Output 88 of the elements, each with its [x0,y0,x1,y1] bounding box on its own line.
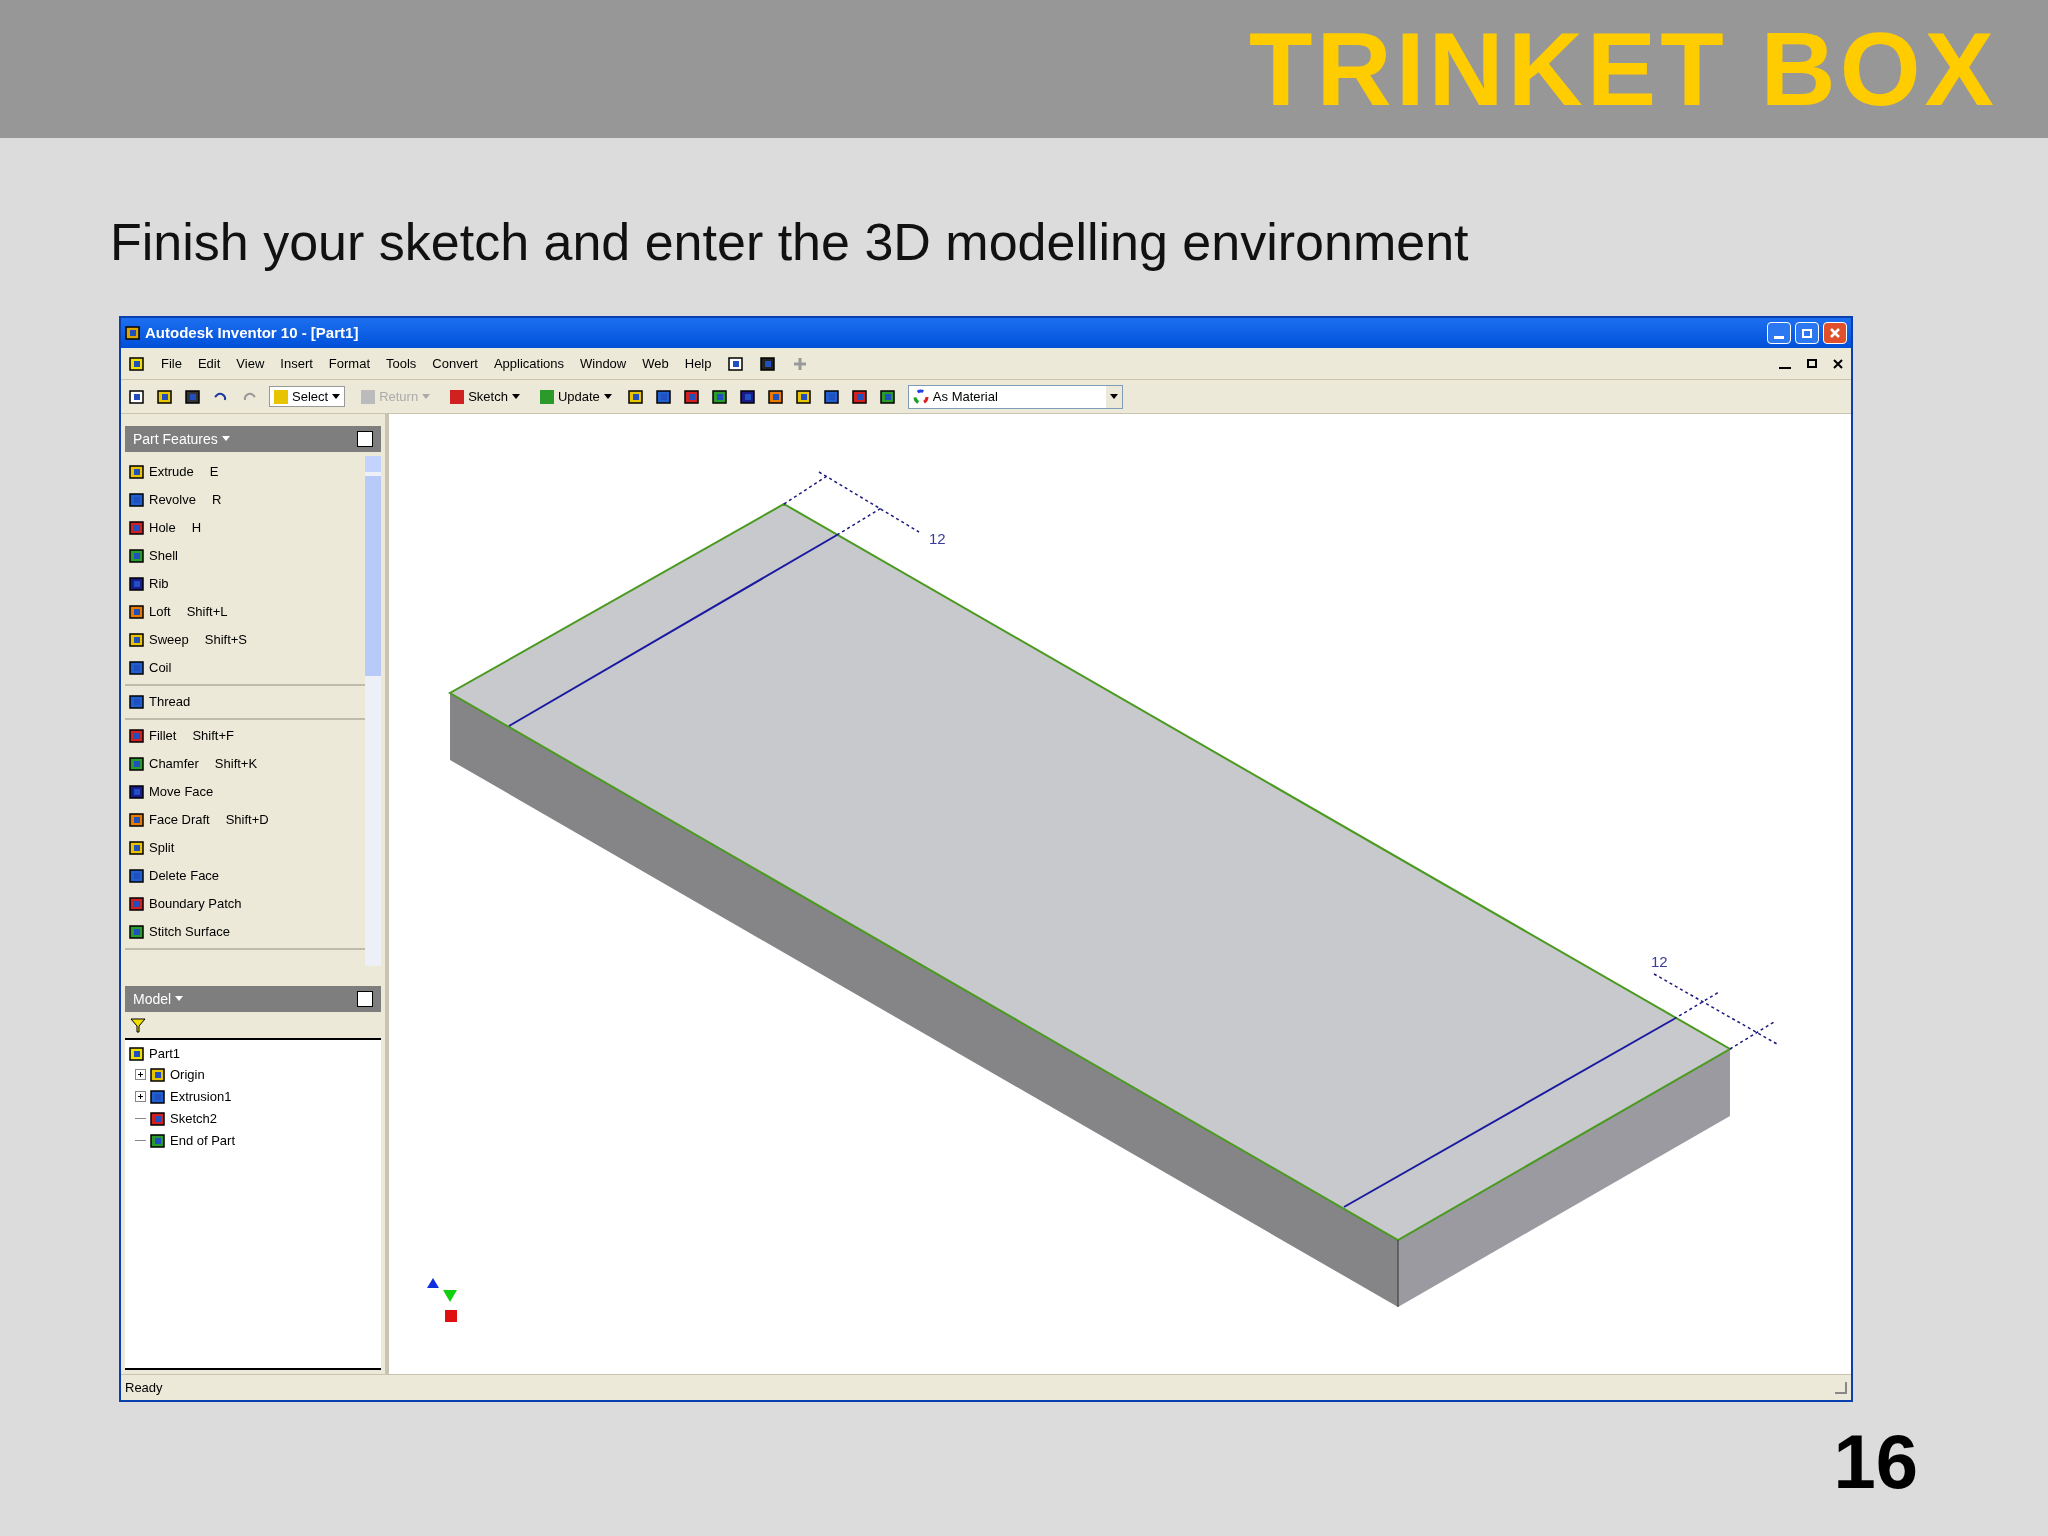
menu-item[interactable]: Convert [432,353,478,374]
feature-item[interactable]: Boundary Patch [125,890,365,918]
menu-item[interactable]: View [236,353,265,374]
feature-item[interactable]: Hole H [125,514,365,542]
feature-item[interactable]: Chamfer Shift+K [125,750,365,778]
status-text: Ready [125,1378,163,1397]
menu-item[interactable]: Tools [386,353,417,374]
caret-icon [603,393,612,400]
filter-icon[interactable] [129,1016,147,1034]
feature-icon [129,576,145,592]
menu-item[interactable]: File [161,353,182,374]
toolbar-button[interactable]: Select [269,385,346,408]
toolbar-button[interactable]: Update [535,386,616,407]
feature-item[interactable]: Stitch Surface [125,918,365,946]
feature-item[interactable]: Coil [125,654,365,682]
color-combo[interactable]: As Material [907,384,1123,409]
doc-minimize-icon[interactable] [1779,366,1791,369]
panel-options-icon[interactable] [357,991,373,1007]
doc-close-icon[interactable] [1833,358,1843,369]
menu-item[interactable]: Insert [280,353,313,374]
caret-icon [332,393,341,400]
restore-button[interactable] [1795,322,1819,344]
feature-item[interactable]: Delete Face [125,862,365,890]
feature-icon [129,784,145,800]
feature-icon [129,604,145,620]
tree-item[interactable]: Origin [135,1063,377,1086]
scrollbar[interactable] [365,456,381,966]
doc-restore-icon[interactable] [1807,359,1817,368]
tree-item[interactable]: End of Part [135,1129,377,1152]
color-wheel-icon [912,388,929,405]
panel-title[interactable]: Model [133,988,184,1010]
feature-icon [129,840,145,856]
feature-icon [129,812,145,828]
feature-item[interactable]: Split [125,834,365,862]
feature-item[interactable]: Revolve R [125,486,365,514]
feature-item[interactable]: Shell [125,542,365,570]
toolbar-button[interactable]: Sketch [446,386,524,407]
menu-item[interactable]: Format [328,353,370,374]
caret-icon [511,393,520,400]
feature-icon [129,464,145,480]
feature-icon [129,756,145,772]
tree-node-icon [150,1066,166,1083]
menu-item[interactable]: Edit [197,353,221,374]
caret-icon [221,436,230,442]
window-title: Autodesk Inventor 10 - [Part1] [145,322,359,343]
menu-item[interactable]: Window [580,353,627,374]
caret-icon [1109,393,1118,400]
feature-item[interactable]: Rib [125,570,365,598]
feature-icon [129,694,145,710]
tree-item[interactable]: Extrusion1 [135,1085,377,1108]
resize-grip-icon [1835,1381,1847,1394]
combo-value: As Material [932,387,999,406]
menu-item[interactable]: Help [684,353,712,374]
menu-item[interactable]: Applications [493,353,564,374]
plus-icon [791,355,808,372]
feature-item[interactable]: Move Face [125,778,365,806]
feature-item[interactable]: Loft Shift+L [125,598,365,626]
feature-item[interactable]: Fillet Shift+F [125,722,365,750]
feature-icon [129,548,145,564]
feature-item[interactable]: Face Draft Shift+D [125,806,365,834]
tree-node-icon [150,1110,166,1127]
caret-icon [422,393,431,400]
tree-node-icon [150,1088,166,1105]
feature-item[interactable]: Extrude E [125,458,365,486]
feature-icon [129,520,145,536]
feature-icon [129,896,145,912]
feature-icon [129,660,145,676]
minimize-button[interactable] [1767,322,1791,344]
feature-item[interactable]: Thread [125,688,365,716]
menu-item[interactable]: Web [642,353,669,374]
page-number: 16 [1833,1424,1918,1500]
expand-icon[interactable] [135,1091,146,1102]
feature-icon [129,492,145,508]
close-icon [1829,327,1841,339]
panel-options-icon[interactable] [357,431,373,447]
caret-icon [175,996,184,1002]
close-button[interactable] [1823,322,1847,344]
tree-item[interactable]: Part1 [129,1044,377,1064]
feature-icon [129,868,145,884]
tree-item[interactable]: Sketch2 [135,1107,377,1130]
panel-title[interactable]: Part Features [133,428,230,450]
tree-node-icon [150,1132,166,1149]
feature-icon [129,924,145,940]
expand-icon[interactable] [135,1069,146,1080]
feature-item[interactable]: Sweep Shift+S [125,626,365,654]
slide-title: TRINKET BOX [1249,17,1998,121]
feature-icon [129,728,145,744]
feature-icon [129,632,145,648]
